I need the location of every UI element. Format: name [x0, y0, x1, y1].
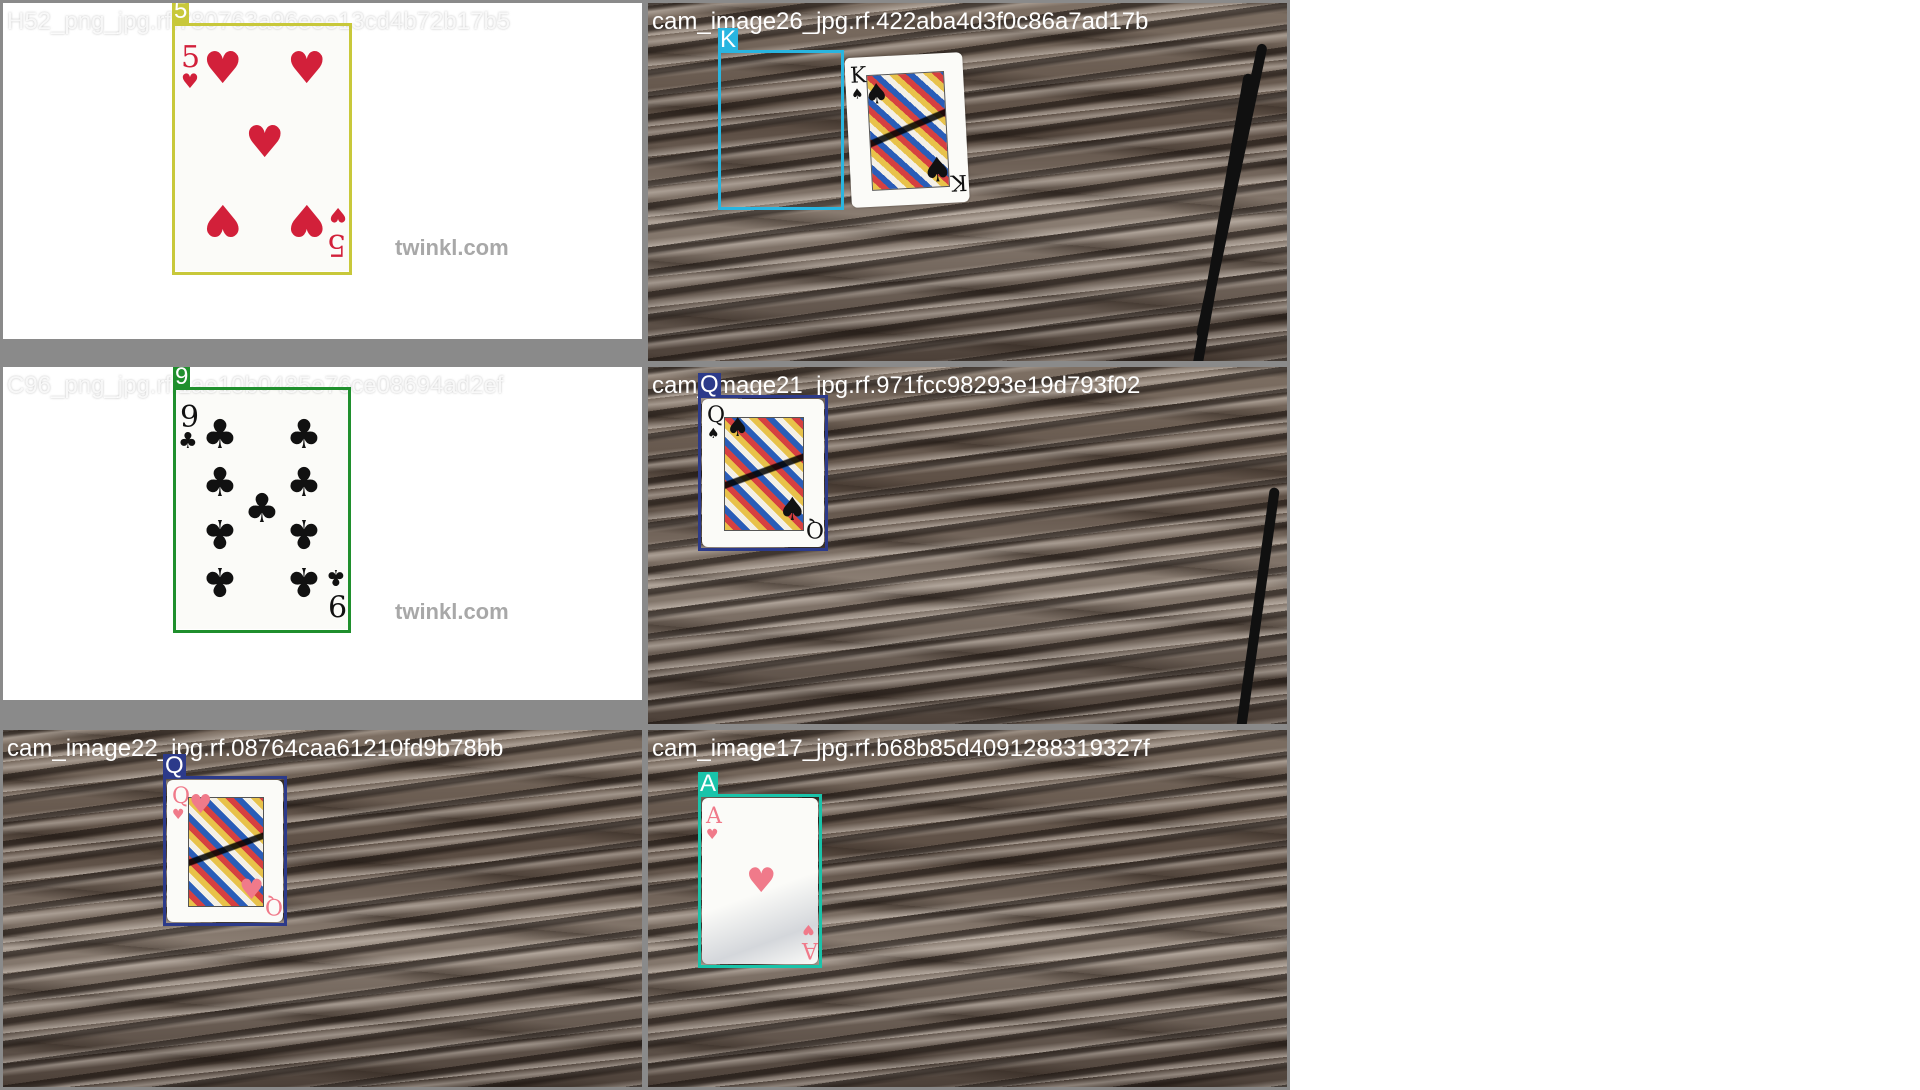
detection-label: Q — [698, 371, 721, 398]
mosaic-tile[interactable]: C96_png_jpg.rf.1ae10b0485e76ce08694ad2ef… — [0, 364, 645, 727]
detection-label: 5 — [172, 0, 190, 24]
playing-card: K ♠ ♠ ♠ K — [844, 52, 970, 208]
bounding-box[interactable] — [172, 23, 352, 275]
tile-image-wood — [3, 730, 642, 1087]
spade-icon: ♠ — [921, 149, 954, 192]
detection-label: Q — [163, 752, 186, 779]
mosaic-tile[interactable]: cam_image21_jpg.rf.971fcc98293e19d793f02… — [645, 364, 1290, 727]
watermark-text: twinkl.com — [395, 599, 509, 624]
mosaic-tile[interactable]: cam_image17_jpg.rf.b68b85d4091288319327f… — [645, 727, 1290, 1090]
image-filename: cam_image22_jpg.rf.08764caa61210fd9b78bb — [7, 735, 504, 762]
mosaic-tile[interactable]: cam_image26_jpg.rf.422aba4d3f0c86a7ad17b… — [645, 0, 1290, 364]
detection-mosaic: H52_png_jpg.rf.780763a96eee13cd4b72b17b5… — [0, 0, 1290, 1090]
card-rank-corner: K — [950, 168, 968, 195]
watermark-text: twinkl.com — [395, 235, 509, 260]
bounding-box[interactable] — [698, 794, 822, 968]
image-filename: cam_image17_jpg.rf.b68b85d4091288319327f — [652, 735, 1150, 762]
mosaic-tile[interactable]: H52_png_jpg.rf.780763a96eee13cd4b72b17b5… — [0, 0, 645, 364]
card-suit-corner: ♠ — [850, 86, 865, 103]
bounding-box[interactable] — [718, 50, 844, 210]
bounding-box[interactable] — [173, 387, 351, 633]
detection-label: K — [718, 26, 739, 53]
bounding-box[interactable] — [163, 776, 287, 926]
detection-label: A — [698, 770, 719, 797]
spade-icon: ♠ — [863, 76, 891, 112]
detection-label: 9 — [173, 364, 191, 390]
mosaic-tile[interactable]: cam_image22_jpg.rf.08764caa61210fd9b78bb… — [0, 727, 645, 1090]
bounding-box[interactable] — [698, 395, 828, 551]
